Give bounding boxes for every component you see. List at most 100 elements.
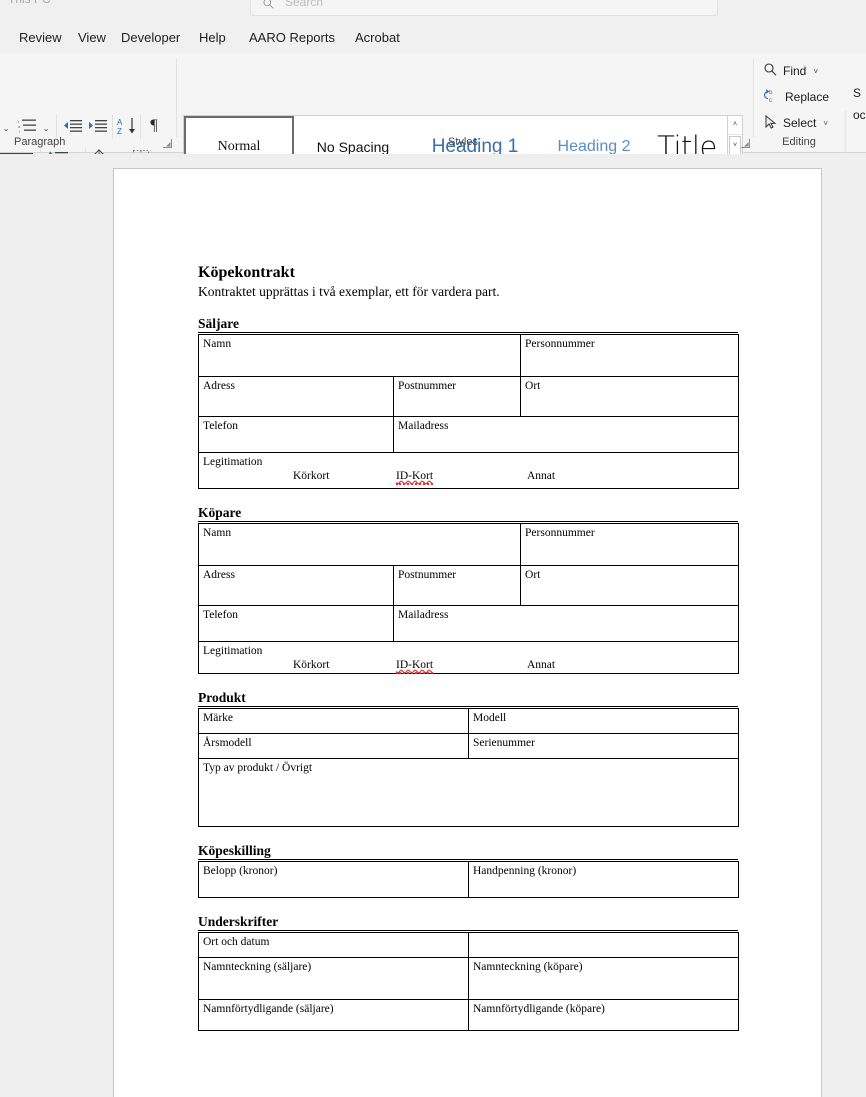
cell-modell[interactable]: Modell (468, 708, 739, 734)
table-row[interactable]: Namnteckning (säljare) Namnteckning (köp… (198, 957, 739, 1000)
document-body[interactable]: Köpekontrakt Kontraktet upprättas i två … (197, 263, 740, 1031)
option-id-kort[interactable]: ID-Kort (396, 470, 434, 485)
section-heading-saljare: Säljare (198, 316, 738, 333)
option-id-kort[interactable]: ID-Kort (396, 659, 434, 674)
cell-namn[interactable]: Namn (197, 523, 522, 566)
document-canvas[interactable]: Köpekontrakt Kontraktet upprättas i två … (0, 154, 866, 1097)
document-subtitle: Kontraktet upprättas i två exemplar, ett… (198, 284, 500, 299)
cell-marke[interactable]: Märke (198, 708, 469, 734)
tab-help[interactable]: Help (193, 22, 232, 53)
cell-arsmodell[interactable]: Årsmodell (198, 733, 469, 759)
cell-telefon[interactable]: Telefon (198, 605, 394, 642)
table-row[interactable]: Legitimation Körkort ID-Kort Annat (197, 641, 740, 674)
cell-ort-och-datum-value[interactable] (468, 932, 739, 958)
table-row[interactable]: Legitimation Körkort ID-Kort Annat (197, 452, 740, 489)
table-row[interactable]: Ort och datum (198, 932, 739, 958)
pilcrow-icon[interactable]: ¶ (145, 116, 163, 136)
section-heading-produkt: Produkt (198, 690, 738, 707)
select-button[interactable]: Select ˅ (764, 111, 828, 135)
styles-scroll-up-icon[interactable]: ˄ (728, 116, 742, 135)
sort-az-icon[interactable]: A Z (116, 115, 138, 137)
table-row[interactable]: Adress Postnummer Ort (198, 565, 740, 606)
cursor-arrow-icon (764, 114, 777, 132)
table-row[interactable]: Adress Postnummer Ort (198, 376, 740, 417)
svg-text:A: A (117, 118, 123, 127)
tab-acrobat[interactable]: Acrobat (349, 22, 406, 53)
cell-personnummer[interactable]: Personnummer (520, 523, 740, 566)
section-heading-kopeskilling: Köpeskilling (198, 843, 738, 860)
document-page[interactable]: Köpekontrakt Kontraktet upprättas i två … (113, 168, 822, 1097)
section-heading-underskrifter: Underskrifter (198, 914, 738, 931)
table-produkt[interactable]: Märke Modell Årsmodell Serienummer Typ a… (198, 708, 739, 827)
multilevel-list-icon[interactable]: 1 a i (16, 117, 38, 135)
svg-text:c: c (769, 98, 772, 103)
cell-namnteckning-kopare[interactable]: Namnteckning (köpare) (468, 957, 739, 1000)
option-korkort[interactable]: Körkort (293, 470, 329, 483)
replace-button[interactable]: b c Replace (763, 85, 830, 109)
cell-mailadress[interactable]: Mailadress (392, 416, 740, 453)
bullets-dropdown-chevron[interactable]: ⌄ (0, 121, 12, 135)
increase-indent-icon[interactable] (87, 117, 107, 135)
cell-ort-och-datum[interactable]: Ort och datum (198, 932, 469, 958)
cell-postnummer[interactable]: Postnummer (392, 376, 522, 417)
option-korkort[interactable]: Körkort (293, 659, 329, 672)
tab-view[interactable]: View (72, 22, 112, 53)
select-chevron-down-icon[interactable]: ˅ (823, 119, 828, 128)
table-row[interactable]: Belopp (kronor) Handpenning (kronor) (198, 861, 739, 898)
search-placeholder-text: Search (285, 0, 324, 9)
cell-namnfortydligande-kopare[interactable]: Namnförtydligande (köpare) (468, 999, 739, 1031)
table-kopare[interactable]: Namn Personnummer Adress Postnummer Ort … (197, 523, 740, 674)
tab-developer[interactable]: Developer (115, 22, 186, 53)
cell-adress[interactable]: Adress (198, 565, 394, 606)
find-chevron-down-icon[interactable]: ˅ (813, 67, 818, 76)
cell-namnteckning-saljare[interactable]: Namnteckning (säljare) (198, 957, 469, 1000)
cell-typ-av-produkt[interactable]: Typ av produkt / Övrigt (198, 758, 739, 827)
table-saljare[interactable]: Namn Personnummer Adress Postnummer Ort … (197, 334, 740, 489)
table-kopeskilling[interactable]: Belopp (kronor) Handpenning (kronor) (198, 861, 739, 898)
option-annat[interactable]: Annat (527, 659, 555, 672)
multilevel-list-chevron[interactable]: ⌄ (40, 121, 52, 135)
legitimation-label: Legitimation (203, 456, 263, 468)
table-row[interactable]: Årsmodell Serienummer (198, 733, 739, 759)
table-row[interactable]: Typ av produkt / Övrigt (198, 758, 739, 827)
table-underskrifter[interactable]: Ort och datum Namnteckning (säljare) Nam… (198, 932, 739, 1031)
cell-handpenning[interactable]: Handpenning (kronor) (468, 861, 739, 898)
table-row[interactable]: Namnförtydligande (säljare) Namnförtydli… (198, 999, 739, 1031)
cell-legitimation[interactable]: Legitimation Körkort ID-Kort Annat (197, 641, 740, 674)
option-annat[interactable]: Annat (527, 470, 555, 483)
search-box[interactable]: Search (250, 0, 718, 16)
decrease-indent-icon[interactable] (62, 117, 82, 135)
cell-belopp[interactable]: Belopp (kronor) (198, 861, 469, 898)
cell-mailadress[interactable]: Mailadress (392, 605, 740, 642)
table-row[interactable]: Märke Modell (198, 708, 739, 734)
clipped-group-line-2[interactable]: oc (853, 108, 866, 122)
paragraph-dialog-launcher-icon[interactable] (162, 136, 173, 148)
clipped-group-line-1[interactable]: S (853, 86, 861, 100)
page-title: Köpekontrakt (198, 264, 295, 281)
cell-serienummer[interactable]: Serienummer (468, 733, 739, 759)
cell-legitimation[interactable]: Legitimation Körkort ID-Kort Annat (197, 452, 740, 489)
styles-dialog-launcher-icon[interactable] (740, 136, 751, 148)
quick-access-label: This PC (8, 0, 51, 6)
cell-namnfortydligande-saljare[interactable]: Namnförtydligande (säljare) (198, 999, 469, 1031)
table-row[interactable]: Telefon Mailadress (198, 605, 740, 642)
cell-adress[interactable]: Adress (198, 376, 394, 417)
ribbon: ⌄ 1 a i ⌄ A Z ¶ Paragraph Normal No Spac… (0, 53, 866, 185)
search-icon (263, 0, 274, 9)
tab-review[interactable]: Review (13, 22, 68, 53)
find-button[interactable]: Find ˅ (764, 59, 818, 83)
cell-ort[interactable]: Ort (520, 376, 740, 417)
table-row[interactable]: Namn Personnummer (197, 334, 740, 377)
table-row[interactable]: Namn Personnummer (197, 523, 740, 566)
cell-personnummer[interactable]: Personnummer (520, 334, 740, 377)
table-row[interactable]: Telefon Mailadress (198, 416, 740, 453)
replace-label: Replace (785, 90, 830, 104)
legitimation-options: Körkort ID-Kort Annat (203, 659, 738, 674)
cell-postnummer[interactable]: Postnummer (392, 565, 522, 606)
cell-telefon[interactable]: Telefon (198, 416, 394, 453)
tab-aaro-reports[interactable]: AARO Reports (243, 22, 341, 53)
cell-namn[interactable]: Namn (197, 334, 522, 377)
group-label-paragraph: Paragraph (14, 136, 66, 148)
cell-ort[interactable]: Ort (520, 565, 740, 606)
svg-text:i: i (19, 129, 20, 134)
